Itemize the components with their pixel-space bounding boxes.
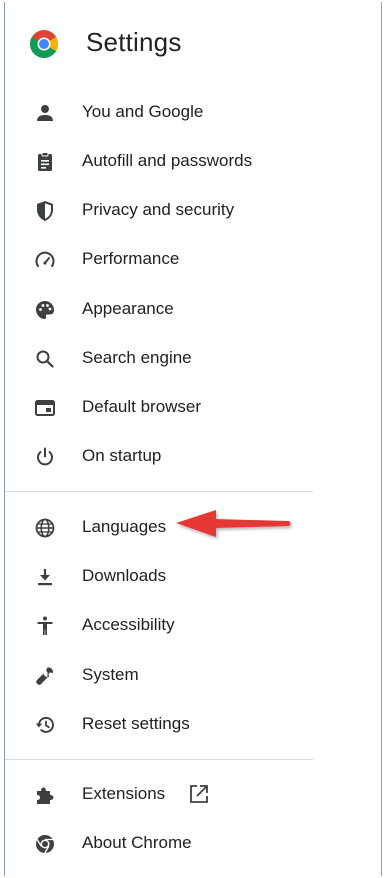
page-title: Settings bbox=[86, 27, 182, 57]
globe-icon bbox=[33, 516, 57, 540]
settings-header: Settings bbox=[5, 2, 381, 82]
sidebar-item-label: Performance bbox=[82, 249, 180, 268]
sidebar-item-privacy[interactable]: Privacy and security bbox=[5, 189, 313, 233]
palette-icon bbox=[33, 298, 57, 322]
sidebar-item-you-and-google[interactable]: You and Google bbox=[5, 91, 313, 135]
sidebar-item-label: Accessibility bbox=[82, 615, 175, 634]
shield-icon bbox=[33, 199, 57, 223]
sidebar-item-performance[interactable]: Performance bbox=[5, 238, 313, 282]
open-in-new-icon bbox=[188, 783, 210, 805]
sidebar-item-label: Downloads bbox=[82, 566, 167, 585]
sidebar-item-label: Privacy and security bbox=[82, 200, 235, 219]
speedometer-icon bbox=[33, 248, 57, 272]
sidebar-item-label: Autofill and passwords bbox=[82, 151, 253, 170]
wrench-icon bbox=[33, 664, 57, 688]
sidebar-item-label: On startup bbox=[82, 446, 162, 465]
sidebar-item-system[interactable]: System bbox=[5, 654, 313, 698]
reset-history-icon bbox=[33, 713, 57, 737]
section-divider bbox=[5, 759, 313, 760]
sidebar-item-label: Search engine bbox=[82, 348, 192, 367]
sidebar-item-appearance[interactable]: Appearance bbox=[5, 288, 313, 332]
sidebar-item-on-startup[interactable]: On startup bbox=[5, 435, 313, 479]
sidebar-item-reset-settings[interactable]: Reset settings bbox=[5, 703, 313, 747]
puzzle-icon bbox=[33, 783, 57, 807]
sidebar-item-accessibility[interactable]: Accessibility bbox=[5, 604, 313, 648]
sidebar-item-extensions[interactable]: Extensions bbox=[5, 773, 313, 817]
clipboard-icon bbox=[33, 150, 57, 174]
browser-window-icon bbox=[33, 396, 57, 420]
accessibility-icon bbox=[33, 614, 57, 638]
search-icon bbox=[33, 347, 57, 371]
sidebar-item-label: Extensions bbox=[82, 784, 166, 803]
sidebar-item-autofill[interactable]: Autofill and passwords bbox=[5, 140, 313, 184]
power-icon bbox=[33, 445, 57, 469]
annotation-arrow bbox=[176, 510, 291, 537]
sidebar-item-label: Default browser bbox=[82, 397, 202, 416]
sidebar-item-search-engine[interactable]: Search engine bbox=[5, 337, 313, 381]
sidebar-item-label: You and Google bbox=[82, 102, 204, 121]
sidebar-item-default-browser[interactable]: Default browser bbox=[5, 386, 313, 430]
sidebar-item-label: Appearance bbox=[82, 299, 174, 318]
section-divider bbox=[5, 491, 313, 492]
chrome-icon bbox=[33, 832, 57, 856]
download-icon bbox=[33, 565, 57, 589]
sidebar-item-label: Reset settings bbox=[82, 714, 190, 733]
sidebar-item-about-chrome[interactable]: About Chrome bbox=[5, 822, 313, 866]
sidebar-item-downloads[interactable]: Downloads bbox=[5, 555, 313, 599]
settings-sidebar-frame: Settings You and Google Autofill and pas… bbox=[4, 2, 382, 876]
sidebar-item-label: About Chrome bbox=[82, 833, 192, 852]
person-icon bbox=[33, 101, 57, 125]
chrome-logo-icon bbox=[29, 29, 59, 59]
sidebar-item-label: Languages bbox=[82, 517, 167, 536]
sidebar-item-label: System bbox=[82, 665, 139, 684]
